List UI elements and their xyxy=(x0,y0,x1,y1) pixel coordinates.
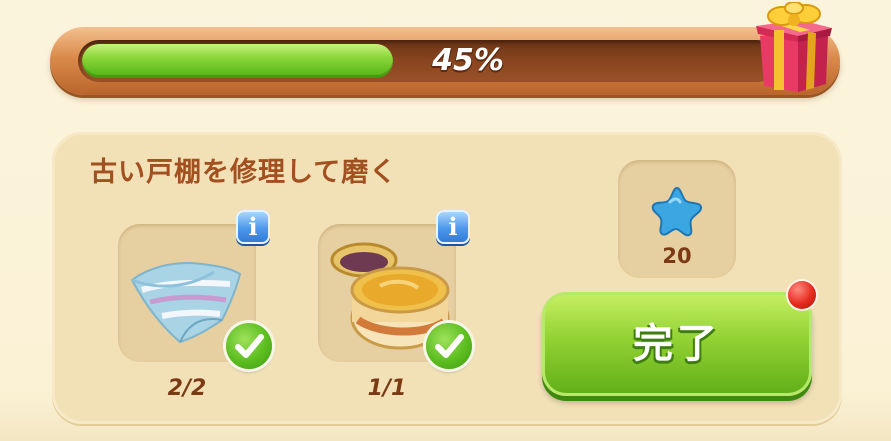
reward-value: 20 xyxy=(662,244,692,268)
blue-star-icon xyxy=(651,186,703,237)
info-button-polish[interactable]: i xyxy=(436,210,470,244)
progress-track: 45% xyxy=(78,40,778,82)
complete-button[interactable]: 完了 xyxy=(542,292,812,396)
check-icon xyxy=(226,323,272,369)
progress-percent: 45% xyxy=(432,43,504,78)
item-count-polish: 1/1 xyxy=(367,376,407,401)
reward-box: 20 xyxy=(618,160,736,278)
info-button-cloth[interactable]: i xyxy=(236,210,270,244)
item-count-cloth: 2/2 xyxy=(167,376,207,401)
gift-box-icon[interactable] xyxy=(752,2,834,94)
check-icon xyxy=(426,323,472,369)
notification-dot xyxy=(788,281,816,309)
level-progress-bar: 45% xyxy=(50,27,840,95)
task-title: 古い戸棚を修理して磨く xyxy=(90,157,398,188)
progress-fill xyxy=(82,44,393,78)
